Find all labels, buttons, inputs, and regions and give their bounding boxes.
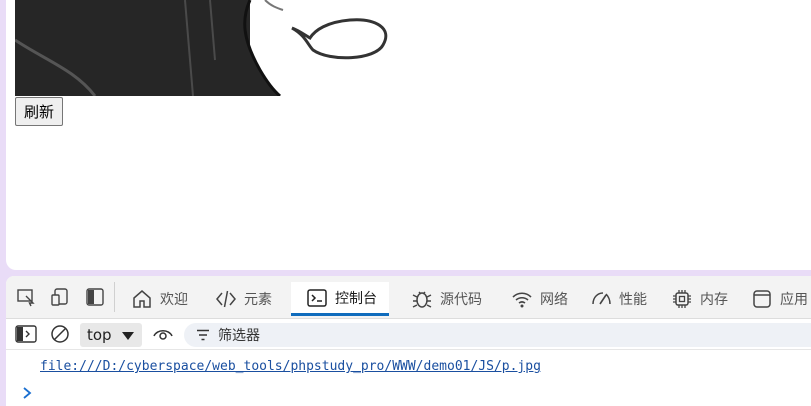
sidebar-toggle-icon[interactable]: [14, 322, 38, 346]
inspect-element-icon[interactable]: [14, 285, 38, 309]
context-value: top: [87, 326, 112, 344]
code-icon: [214, 287, 238, 311]
home-icon: [130, 287, 154, 311]
tab-label: 内存: [700, 292, 728, 308]
console-icon: [305, 286, 329, 310]
page-viewport: 刷新: [6, 0, 811, 270]
dock-panel-icon[interactable]: [83, 285, 107, 309]
filter-input[interactable]: 筛选器: [184, 323, 811, 347]
bug-icon: [410, 287, 434, 311]
tab-label: 源代码: [440, 292, 482, 308]
tab-performance[interactable]: 性能: [589, 282, 647, 316]
tab-label: 欢迎: [160, 292, 188, 308]
tab-sources[interactable]: 源代码: [410, 282, 482, 316]
tab-network[interactable]: 网络: [510, 282, 568, 316]
console-toolbar: top 筛选器: [6, 319, 811, 350]
tab-elements[interactable]: 元素: [214, 282, 272, 316]
devtools-tabbar: 欢迎 元素 控制台 源代码 网络 性能 内存 应用: [6, 276, 811, 319]
tab-label: 性能: [619, 292, 647, 308]
gauge-icon: [589, 287, 613, 311]
tab-application[interactable]: 应用: [750, 282, 808, 316]
context-selector[interactable]: top: [80, 323, 142, 347]
wifi-icon: [510, 287, 534, 311]
toolbar-separator: [114, 282, 115, 312]
filter-placeholder: 筛选器: [218, 328, 260, 344]
clear-console-icon[interactable]: [48, 322, 72, 346]
filter-icon: [197, 329, 209, 341]
tab-label: 元素: [244, 292, 272, 308]
tab-welcome[interactable]: 欢迎: [130, 282, 188, 316]
tab-label: 应用: [780, 292, 808, 308]
chevron-down-icon: [122, 332, 134, 340]
tab-label: 网络: [540, 292, 568, 308]
tab-console[interactable]: 控制台: [291, 282, 389, 316]
device-emulation-icon[interactable]: [48, 285, 72, 309]
chip-icon: [670, 287, 694, 311]
tab-memory[interactable]: 内存: [670, 282, 728, 316]
refresh-button[interactable]: 刷新: [15, 97, 64, 126]
app-icon: [750, 287, 774, 311]
eye-icon[interactable]: [151, 322, 175, 346]
console-log-link[interactable]: file:///D:/cyberspace/web_tools/phpstudy…: [40, 359, 541, 374]
devtools-panel: 欢迎 元素 控制台 源代码 网络 性能 内存 应用 top 筛选器 file:/…: [6, 276, 811, 406]
tab-label: 控制台: [335, 290, 377, 307]
loaded-image: [15, 0, 391, 96]
console-prompt-chevron-icon[interactable]: [20, 386, 34, 400]
